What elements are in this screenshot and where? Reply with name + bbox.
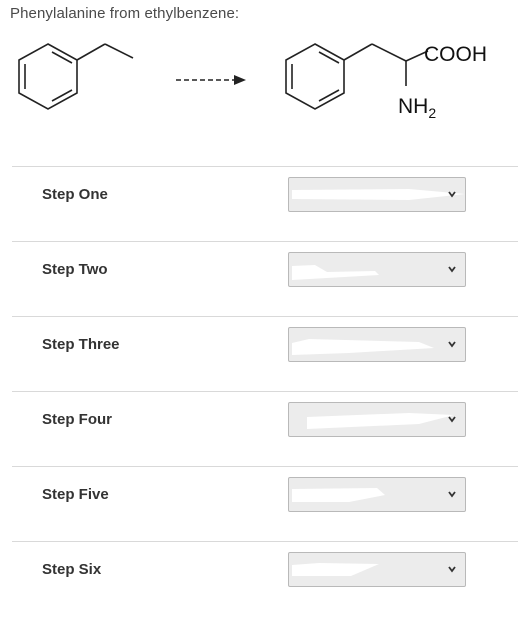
chevron-down-icon <box>448 566 456 573</box>
amine-label: NH2 <box>398 95 436 121</box>
step-reagent-select[interactable] <box>288 477 466 512</box>
redaction-mark <box>292 265 379 280</box>
step-reagent-select[interactable] <box>288 177 466 212</box>
step-label: Step Six <box>42 561 102 578</box>
redaction-mark <box>307 413 454 429</box>
step-reagent-select[interactable] <box>288 402 466 437</box>
ethylbenzene-structure <box>18 43 134 110</box>
chevron-down-icon <box>448 491 456 498</box>
chevron-down-icon <box>448 341 456 348</box>
step-label: Step One <box>42 186 108 203</box>
step-row: Step Three <box>12 316 518 392</box>
redaction-mark <box>292 488 385 502</box>
step-label: Step Five <box>42 486 109 503</box>
step-label: Step Three <box>42 336 120 353</box>
redaction-mark <box>292 339 434 355</box>
reaction-scheme: COOH NH2 <box>18 43 487 121</box>
step-label: Step Two <box>42 261 108 278</box>
step-row: Step One <box>12 166 518 242</box>
step-row: Step Two <box>12 241 518 317</box>
step-label: Step Four <box>42 411 112 428</box>
reaction-arrow-icon <box>176 75 246 85</box>
step-row: Step Five <box>12 466 518 542</box>
step-reagent-select[interactable] <box>288 552 466 587</box>
chevron-down-icon <box>448 266 456 273</box>
carboxyl-label: COOH <box>424 43 487 66</box>
chevron-down-icon <box>448 191 456 198</box>
chevron-down-icon <box>448 416 456 423</box>
step-reagent-select[interactable] <box>288 252 466 287</box>
step-row: Step Six <box>12 541 518 617</box>
step-reagent-select[interactable] <box>288 327 466 362</box>
redaction-mark <box>292 563 379 576</box>
redaction-mark <box>292 189 465 200</box>
step-row: Step Four <box>12 391 518 467</box>
